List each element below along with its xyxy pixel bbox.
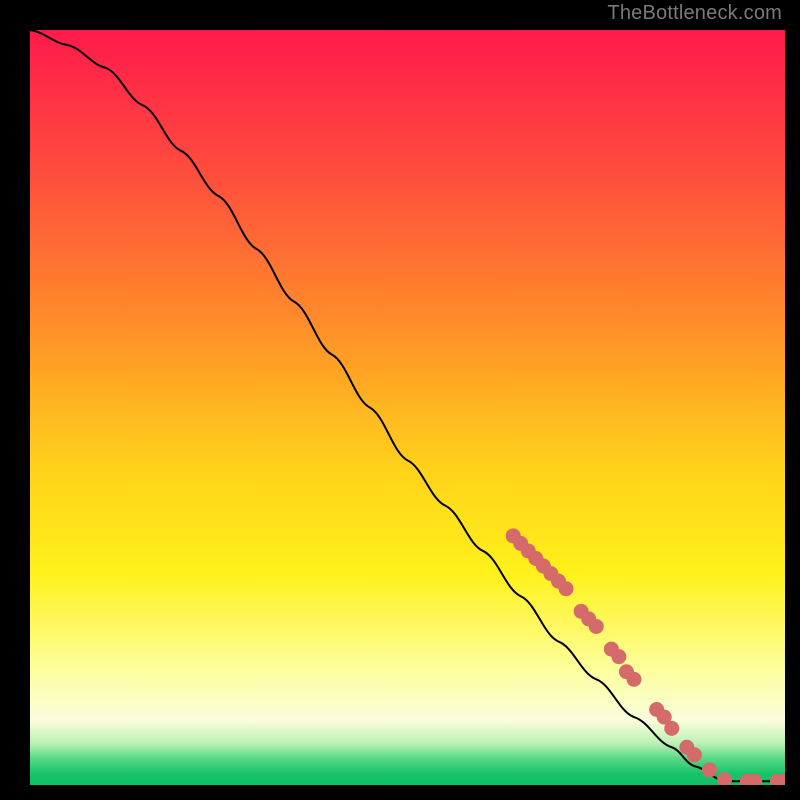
- marker-point: [702, 762, 717, 777]
- chart-container: TheBottleneck.com: [0, 0, 800, 800]
- attribution-text: TheBottleneck.com: [607, 2, 782, 25]
- marker-point: [687, 747, 702, 762]
- marker-point: [611, 649, 626, 664]
- marker-point: [664, 721, 679, 736]
- marker-point: [627, 672, 642, 687]
- marker-point: [559, 581, 574, 596]
- plot-area: [30, 30, 785, 785]
- chart-svg: [30, 30, 785, 785]
- marker-point: [589, 619, 604, 634]
- gradient-background: [30, 30, 785, 785]
